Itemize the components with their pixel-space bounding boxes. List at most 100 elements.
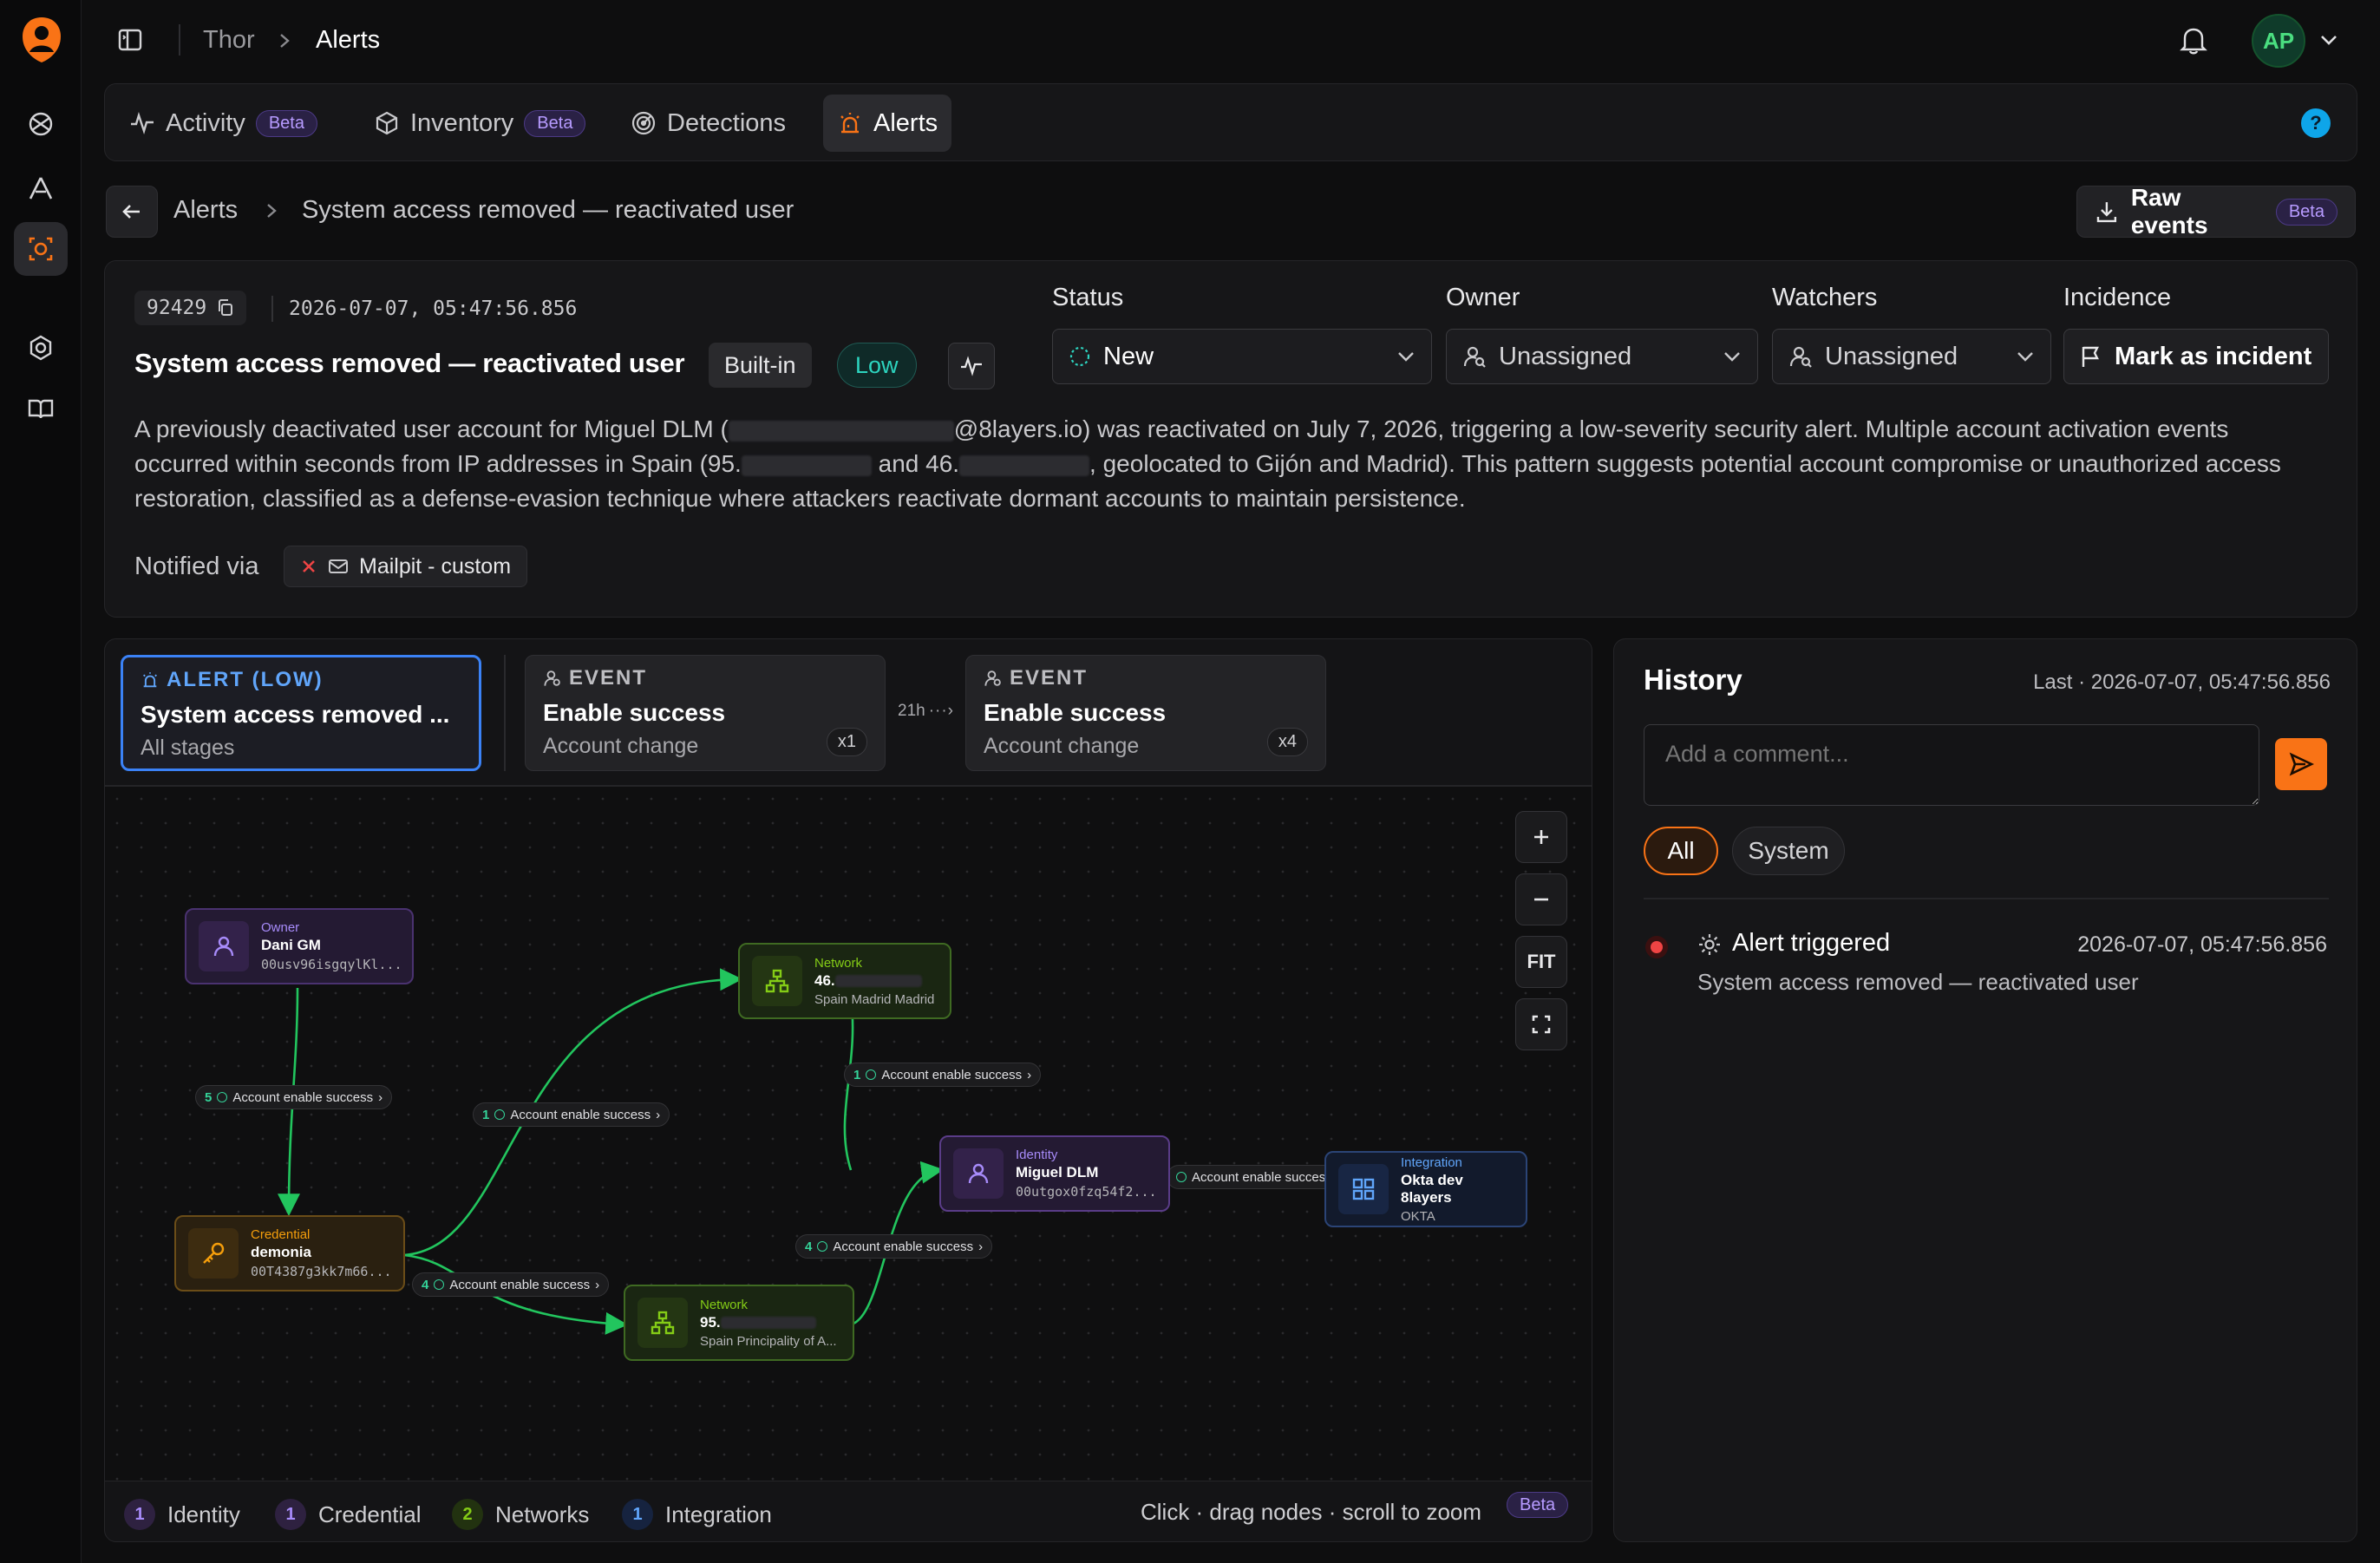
tab-detections[interactable]: Detections [617, 95, 800, 152]
chevron-right-icon: › [378, 1089, 383, 1105]
graph-hint: Click · drag nodes · scroll to zoom [1141, 1499, 1482, 1525]
raw-events-button[interactable]: Raw events Beta [2076, 184, 2356, 239]
owner-select[interactable]: Unassigned [1446, 329, 1758, 384]
timeline-title: Enable success [543, 699, 726, 726]
beta-badge: Beta [255, 109, 317, 137]
edge-label[interactable]: 1 Account enable success › [473, 1102, 670, 1127]
filter-all[interactable]: All [1644, 827, 1718, 875]
severity-badge: Low [837, 343, 917, 388]
edge-label[interactable]: Account enable success [1167, 1165, 1342, 1189]
node-sub: Spain Principality of A... [700, 1333, 837, 1349]
fullscreen-button[interactable] [1515, 998, 1567, 1050]
node-credential[interactable]: Credential demonia 00T4387g3kk7m66... [174, 1215, 405, 1292]
chevron-down-icon [1398, 352, 1414, 362]
breadcrumb-chevron-icon [264, 199, 279, 222]
node-network-95[interactable]: Network 95. Spain Principality of A... [624, 1285, 854, 1361]
tab-inventory[interactable]: Inventory Beta [360, 95, 599, 152]
node-sub: OKTA [1401, 1208, 1435, 1224]
app-logo[interactable] [19, 16, 64, 64]
node-network-46[interactable]: Network 46. Spain Madrid Madrid [738, 943, 951, 1019]
history-entry-sub: System access removed — reactivated user [1697, 969, 2139, 995]
edge-count: 4 [422, 1277, 429, 1292]
fit-button[interactable]: FIT [1515, 936, 1567, 988]
owner-label: Owner [1446, 284, 1520, 311]
user-search-icon [1789, 346, 1812, 368]
alert-id-chip[interactable]: 92429 [134, 291, 247, 325]
tab-alerts[interactable]: Alerts [823, 95, 952, 152]
edge-label[interactable]: 4 Account enable success › [412, 1272, 610, 1297]
edge-label[interactable]: 4 Account enable success › [795, 1234, 993, 1259]
mark-as-incident-button[interactable]: Mark as incident [2063, 329, 2329, 384]
notifications-bell-icon[interactable] [2179, 24, 2208, 56]
timeline-sub: Account change [543, 734, 699, 758]
status-new-icon [1069, 346, 1090, 367]
timeline-title: Enable success [984, 699, 1167, 726]
activity-chart-button[interactable] [948, 343, 995, 389]
copy-icon [219, 299, 233, 316]
timeline-event-card[interactable]: EVENT Enable success Account change x4 [965, 655, 1326, 771]
edge-label[interactable]: 1 Account enable success › [844, 1063, 1042, 1087]
workspace-link[interactable]: Thor [203, 26, 255, 55]
breadcrumb-alerts-link[interactable]: Alerts [173, 196, 238, 225]
node-name: 95. [700, 1313, 721, 1331]
network-icon [638, 1298, 688, 1348]
redacted-text [728, 420, 954, 441]
status-select[interactable]: New [1052, 329, 1432, 384]
edge-text: Account enable success [510, 1107, 651, 1122]
account-chevron-down-icon[interactable] [2319, 33, 2338, 47]
node-integration[interactable]: Integration Okta dev 8layers OKTA [1324, 1151, 1527, 1227]
topbar-divider [179, 24, 180, 56]
node-sub: 00usv96isgqylKl... [261, 957, 402, 972]
rail-settings-icon[interactable] [14, 321, 68, 375]
status-label: Status [1052, 284, 1124, 311]
rail-book-icon[interactable] [14, 382, 68, 435]
avatar[interactable]: AP [2252, 14, 2305, 68]
incidence-label: Incidence [2063, 284, 2172, 311]
history-entry-title: Alert triggered [1732, 929, 1891, 957]
node-identity[interactable]: Identity Miguel DLM 00utgox0fzq54f2... [939, 1135, 1170, 1212]
timeline-event-card[interactable]: EVENT Enable success Account change x1 [525, 655, 886, 771]
edge-count: 1 [482, 1107, 490, 1122]
alert-timestamp: 2026-07-07, 05:47:56.856 [289, 298, 578, 320]
edge-text: Account enable success [232, 1089, 374, 1105]
back-button[interactable] [106, 186, 158, 238]
radar-icon [631, 110, 657, 136]
notification-channel-chip[interactable]: Mailpit - custom [284, 546, 528, 587]
edge-label[interactable]: 5 Account enable success › [195, 1085, 393, 1109]
edge-text: Account enable success [449, 1277, 591, 1292]
tab-label: Alerts [873, 108, 938, 137]
node-owner[interactable]: Owner Dani GM 00usv96isgqylKl... [185, 908, 414, 984]
fullscreen-icon [1532, 1015, 1551, 1034]
user-search-icon [1463, 346, 1486, 368]
timeline-gap: 21h ···› [898, 702, 954, 721]
chevron-right-icon: › [1027, 1067, 1032, 1082]
filter-system[interactable]: System [1732, 827, 1845, 875]
mark-as-incident-label: Mark as incident [2115, 342, 2312, 370]
timeline-alert-card[interactable]: ALERT (LOW) System access removed ... Al… [121, 655, 481, 771]
rail-globe-icon[interactable] [14, 97, 68, 151]
gear-icon [1697, 932, 1722, 957]
check-circle-icon [434, 1279, 445, 1290]
sidebar-toggle-icon[interactable] [116, 26, 144, 54]
nav-tabs-bar: Activity Beta Inventory Beta Detections … [104, 83, 2357, 161]
watchers-select[interactable]: Unassigned [1772, 329, 2051, 384]
graph-canvas[interactable]: 5 Account enable success › 1 Account enable… [105, 787, 1592, 1481]
help-icon[interactable]: ? [2301, 108, 2331, 138]
zoom-out-button[interactable] [1515, 873, 1567, 925]
node-type: Identity [1016, 1148, 1058, 1162]
node-type: Credential [251, 1227, 311, 1242]
tab-activity[interactable]: Activity Beta [115, 95, 331, 152]
section-title: Alerts [316, 26, 381, 54]
zoom-in-button[interactable] [1515, 811, 1567, 863]
send-comment-button[interactable] [2275, 738, 2327, 790]
arrow-left-icon [122, 205, 140, 219]
redacted-text [959, 455, 1090, 476]
graph-legend: 1 Identity 1 Credential 2 Networks 1 Integra… [105, 1481, 1592, 1541]
chevron-down-icon [2017, 352, 2033, 362]
rail-triangle-icon[interactable] [14, 161, 68, 215]
rail-alerts-icon[interactable] [14, 222, 68, 276]
legend-count: 1 [275, 1499, 306, 1530]
cube-icon [374, 110, 400, 136]
node-name: Miguel DLM [1016, 1164, 1099, 1180]
comment-input[interactable] [1644, 724, 2259, 806]
